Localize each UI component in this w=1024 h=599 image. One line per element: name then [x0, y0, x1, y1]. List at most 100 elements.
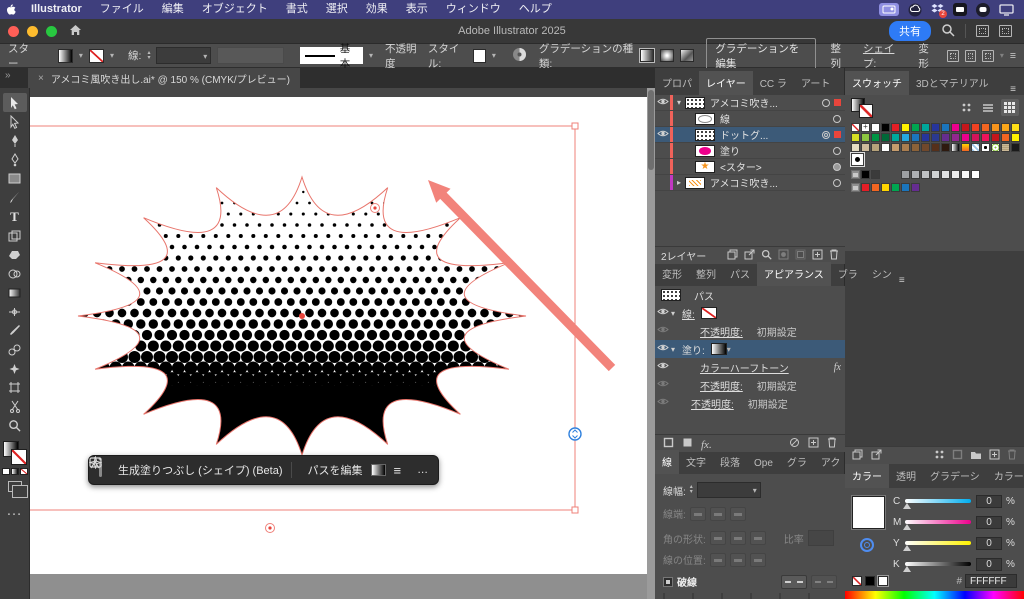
locate-object-icon[interactable] [761, 249, 772, 263]
swatch-kind-menu-icon[interactable] [934, 447, 945, 465]
swatch[interactable] [971, 170, 980, 179]
layer-row[interactable]: ▾アメコミ吹き... [655, 95, 845, 111]
dash-field-0[interactable]: 線分 [663, 594, 688, 599]
color-spectrum-bar[interactable] [845, 591, 1024, 599]
tab-stroke-5[interactable]: アク [814, 450, 848, 474]
export-icon[interactable] [744, 249, 755, 263]
swatch[interactable] [851, 123, 860, 132]
swatch[interactable] [861, 143, 870, 152]
scrollbar-thumb[interactable] [648, 90, 654, 170]
swatch[interactable] [991, 133, 1000, 142]
swatch[interactable] [951, 143, 960, 152]
preserve-dash-button[interactable] [781, 575, 807, 589]
shape-link[interactable]: シェイプ: [863, 41, 902, 71]
round-join-button[interactable] [730, 531, 746, 545]
appearance-attr-label[interactable]: カラーハーフトーン [700, 360, 789, 375]
transform-link[interactable]: 変形 [918, 41, 936, 71]
menu-item-6[interactable]: 効果 [357, 0, 397, 19]
hex-value-field[interactable]: FFFFFF [965, 574, 1017, 588]
scissors-tool[interactable] [3, 397, 27, 416]
swatch[interactable] [931, 133, 940, 142]
layer-name[interactable]: ドットグ... [720, 127, 822, 142]
edit-toolbar-icon[interactable]: … [0, 502, 29, 520]
swatch[interactable] [921, 123, 930, 132]
swatch[interactable] [891, 183, 900, 192]
visibility-toggle-icon[interactable] [655, 325, 671, 337]
search-icon[interactable] [941, 23, 955, 40]
swatch[interactable] [1011, 133, 1020, 142]
weight-select[interactable]: ▾ [697, 482, 761, 498]
shape-builder-tool[interactable] [3, 264, 27, 283]
swatch[interactable] [981, 143, 990, 152]
swatch[interactable] [911, 183, 920, 192]
appearance-attr-label[interactable]: 不透明度: [691, 396, 734, 411]
tab-appearance-0[interactable]: 変形 [655, 262, 689, 286]
menu-item-9[interactable]: ヘルプ [510, 0, 561, 19]
visibility-toggle-icon[interactable] [655, 129, 670, 141]
linear-gradient-button[interactable] [640, 49, 654, 62]
layer-selection-square[interactable] [834, 131, 841, 138]
share-button[interactable]: 共有 [889, 21, 931, 41]
appearance-row[interactable]: ▾塗り:▾ [655, 340, 845, 358]
swatch[interactable] [921, 133, 930, 142]
grid-view-icon[interactable] [1001, 99, 1019, 116]
swatch[interactable] [881, 123, 890, 132]
stroke-color-swatch[interactable] [89, 49, 104, 63]
swatch[interactable] [911, 170, 920, 179]
swatch[interactable] [941, 143, 950, 152]
apple-menu-icon[interactable] [0, 2, 22, 18]
tab-stroke-0[interactable]: 線 [655, 450, 679, 474]
layer-name[interactable]: 線 [720, 111, 833, 126]
miter-join-button[interactable] [710, 531, 726, 545]
round-cap-button[interactable] [710, 507, 726, 521]
slider-thumb[interactable] [903, 566, 911, 572]
brush-definition-select[interactable]: 基本 [300, 47, 363, 64]
more-options-icon[interactable]: … [417, 464, 428, 476]
layer-name[interactable]: <スター> [720, 159, 833, 174]
swatch[interactable] [991, 123, 1000, 132]
visibility-toggle-icon[interactable] [655, 97, 670, 109]
fill-color-swatch[interactable] [58, 49, 73, 63]
menu-item-0[interactable]: Illustrator [22, 0, 91, 19]
gradient-button[interactable] [11, 468, 19, 475]
visibility-toggle-icon[interactable] [655, 397, 671, 409]
zoom-tool[interactable] [3, 416, 27, 435]
swatch[interactable] [1011, 143, 1020, 152]
dropbox-icon[interactable]: 2 [931, 3, 944, 16]
ratio-input[interactable] [808, 530, 834, 546]
current-color-swatch[interactable] [852, 496, 885, 529]
freeform-gradient-button[interactable] [680, 49, 694, 62]
home-icon[interactable] [69, 24, 82, 39]
visibility-toggle-icon[interactable] [655, 361, 671, 373]
swatch[interactable] [851, 143, 860, 152]
dashed-line-checkbox[interactable] [663, 577, 673, 587]
fill-stroke-indicator[interactable] [3, 441, 27, 465]
workspace-switcher-icon[interactable] [999, 25, 1012, 37]
drawing-modes-button[interactable] [8, 481, 22, 492]
swatch[interactable] [861, 123, 870, 132]
new-swatch-icon[interactable] [989, 447, 1000, 465]
eyedropper-tool[interactable] [3, 321, 27, 340]
swatch-group-folder-icon[interactable] [851, 170, 860, 179]
slider-thumb[interactable] [903, 503, 911, 509]
artboard-move-tool[interactable] [3, 226, 27, 245]
tab-swatches-menu-icon[interactable]: ≡ [1010, 84, 1024, 95]
free-transform-icon[interactable] [947, 50, 959, 62]
symbol-tool[interactable] [3, 359, 27, 378]
width-tool[interactable] [3, 302, 27, 321]
color-themes-icon[interactable] [871, 447, 882, 465]
swatch[interactable] [911, 143, 920, 152]
swatch[interactable] [891, 143, 900, 152]
line-icon[interactable] [976, 3, 990, 17]
generative-fill-button[interactable]: 生成塗りつぶし (シェイプ) (Beta) [118, 462, 283, 478]
dash-field-1[interactable]: 間隔 [692, 594, 717, 599]
swatch[interactable] [901, 133, 910, 142]
swatch[interactable] [961, 133, 970, 142]
rectangle-tool[interactable] [3, 169, 27, 188]
dash-input[interactable] [808, 593, 810, 599]
none-button[interactable] [20, 468, 28, 475]
appearance-row[interactable]: カラーハーフトーンfx [655, 358, 845, 376]
appearance-row[interactable]: ▾線: [655, 304, 845, 322]
artboard-artwork[interactable] [30, 88, 655, 599]
layer-row[interactable]: ドットグ... [655, 127, 845, 143]
